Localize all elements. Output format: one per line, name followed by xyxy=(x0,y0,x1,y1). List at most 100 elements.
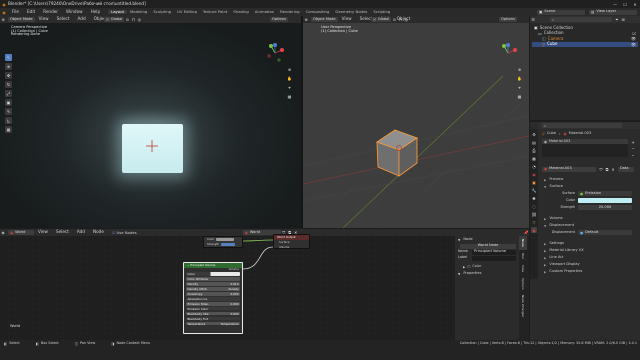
menu-file[interactable]: File xyxy=(8,9,23,14)
node-property-field[interactable]: Emission Stren. 0.000 xyxy=(186,302,240,306)
line-art-panel[interactable]: ▶ Line Art xyxy=(538,254,638,261)
visibility-icon[interactable]: 👁 xyxy=(631,36,636,41)
node-property-field[interactable]: Color xyxy=(186,272,240,276)
outliner-row[interactable]: ▽ Cube 👁 xyxy=(532,41,638,47)
node-property-field[interactable]: Absorption Co. xyxy=(186,297,240,301)
tab-node[interactable]: Node xyxy=(519,236,527,250)
outliner-search[interactable]: ⌕ xyxy=(550,17,612,22)
tab-animation[interactable]: Animation xyxy=(252,10,277,14)
preview-panel[interactable]: ▶ Preview xyxy=(538,176,638,183)
link-dropdown[interactable]: Data xyxy=(618,166,634,172)
node-editor[interactable]: ◈ ◉ World View Select Add Node ☑ Use Nod… xyxy=(0,229,529,340)
node-property-field[interactable]: Temperature Temperature xyxy=(186,322,240,326)
viewport-display-panel[interactable]: ▶ Viewport Display xyxy=(538,261,638,268)
node-name-button[interactable]: World Node xyxy=(460,243,516,249)
proportional-icon[interactable]: ◎ xyxy=(136,17,142,23)
custom-properties-panel[interactable]: ▶ Custom Properties xyxy=(538,268,638,275)
surface-shader-field[interactable]: ● Emission xyxy=(578,191,632,196)
perspective-icon[interactable]: ▦ xyxy=(286,93,293,100)
menu-select[interactable]: Select xyxy=(53,17,74,21)
render-tab-icon[interactable]: ▤ xyxy=(531,139,537,145)
tab-view[interactable]: View xyxy=(519,262,527,275)
select-tool-icon[interactable]: ⊕ xyxy=(5,63,12,70)
menu-view[interactable]: View xyxy=(338,17,356,21)
scene-tab-icon[interactable]: ◔ xyxy=(531,163,537,169)
displacement-field[interactable]: ● Default xyxy=(578,230,632,235)
move-tool-icon[interactable]: ✥ xyxy=(5,72,12,79)
checkbox-icon[interactable]: ☑ xyxy=(632,31,636,36)
node-property-field[interactable]: Density Attrib. density xyxy=(186,287,240,291)
checkbox-icon[interactable]: ☐ xyxy=(467,265,470,269)
editor-type-icon[interactable]: ⊕ xyxy=(0,17,6,23)
properties-search[interactable]: ⌕ xyxy=(542,123,622,128)
menu-view[interactable]: View xyxy=(35,17,53,21)
tab-modeling[interactable]: Modeling xyxy=(127,10,150,14)
node-name-field[interactable]: Principled Volume xyxy=(472,249,516,255)
material-slots[interactable]: ◉ Material.003 xyxy=(542,139,628,157)
zoom-icon[interactable]: ⊕ xyxy=(516,66,523,73)
principled-volume-node[interactable]: ⌄ Principled Volume Volume Color Color At… xyxy=(183,262,243,334)
node-label-field[interactable] xyxy=(472,255,516,261)
node-property-field[interactable]: Density 0.010 xyxy=(186,282,240,286)
options-dropdown[interactable]: Options xyxy=(270,17,288,22)
cursor-tool-icon[interactable]: ↖ xyxy=(5,54,12,61)
scene-selector[interactable]: ▣ Scene xyxy=(537,9,585,15)
node-property-field[interactable]: Emission Color xyxy=(186,307,240,311)
node-property-field[interactable]: Color Attribute xyxy=(186,277,240,281)
menu-edit[interactable]: Edit xyxy=(23,9,39,14)
tab-texture-paint[interactable]: Texture Paint xyxy=(200,10,231,14)
blender-menu-icon[interactable]: ◉ xyxy=(0,9,8,15)
new-collection-icon[interactable]: ⊞ xyxy=(620,17,626,23)
transform-tool-icon[interactable]: ▣ xyxy=(5,99,12,106)
transform-orientation[interactable]: ⤧ Global xyxy=(371,17,392,22)
visibility-icon[interactable]: 👁 xyxy=(631,42,636,47)
data-tab-icon[interactable]: ▽ xyxy=(531,219,537,225)
tool-tab-icon[interactable]: ⚙ xyxy=(531,131,537,137)
tab-options[interactable]: Options xyxy=(519,275,527,293)
material-selector[interactable]: ◉ Material.003 xyxy=(542,166,596,172)
node-property-field[interactable]: Blackbody Tint xyxy=(186,317,240,321)
outliner-type-icon[interactable]: ☰ xyxy=(530,17,536,23)
menu-render[interactable]: Render xyxy=(39,9,62,14)
camera-view-icon[interactable]: ⌖ xyxy=(286,84,293,91)
menu-add[interactable]: Add xyxy=(74,17,90,21)
world-tab-icon[interactable]: ◉ xyxy=(531,171,537,177)
node-panel-header[interactable]: ▼ Node xyxy=(455,236,519,243)
tab-rendering[interactable]: Rendering xyxy=(277,10,302,14)
view-layer-selector[interactable]: ▤ View Layer xyxy=(589,9,637,15)
node-property-field[interactable]: Anisotropy 0.000 xyxy=(186,292,240,296)
properties-panel-header[interactable]: ▼ Properties xyxy=(455,270,519,277)
close-icon[interactable]: ✕ xyxy=(610,166,616,172)
tab-geometry-nodes[interactable]: Geometry Nodes xyxy=(332,10,370,14)
material-library-panel[interactable]: ▶ Material Library VX xyxy=(538,247,638,254)
right-viewport[interactable]: ⊕ Object Mode View Select Add Object ⤧Gl… xyxy=(303,16,529,228)
tab-node-wrangler[interactable]: Node Wrangler xyxy=(519,292,527,320)
zoom-icon[interactable]: ⊕ xyxy=(286,66,293,73)
surface-panel[interactable]: ▼ Surface xyxy=(538,183,638,190)
proportional-icon[interactable]: ◎ xyxy=(403,17,409,23)
scale-tool-icon[interactable]: ⤢ xyxy=(5,90,12,97)
material-tab-icon[interactable]: ◉ xyxy=(531,227,537,233)
node-property-field[interactable]: Blackbody Inte. 0.000 xyxy=(186,312,240,316)
options-dropdown[interactable]: Options xyxy=(499,17,517,22)
modifier-tab-icon[interactable]: 🔧 xyxy=(531,187,537,193)
volume-panel[interactable]: ▶ Volume xyxy=(538,215,638,222)
menu-window[interactable]: Window xyxy=(62,9,87,14)
measure-tool-icon[interactable]: ◺ xyxy=(5,117,12,124)
tab-tool[interactable]: Tool xyxy=(519,250,527,262)
navigation-gizmo[interactable] xyxy=(497,42,519,64)
tab-layout[interactable]: Layout xyxy=(108,10,128,14)
tab-uv-editing[interactable]: UV Editing xyxy=(174,10,200,14)
annotate-tool-icon[interactable]: ✎ xyxy=(5,108,12,115)
output-tab-icon[interactable]: ⎙ xyxy=(531,147,537,153)
mode-dropdown[interactable]: Object Mode xyxy=(8,17,35,22)
pan-icon[interactable]: ✋ xyxy=(286,75,293,82)
camera-view-icon[interactable]: ⌖ xyxy=(516,84,523,91)
minimize-icon[interactable]: — xyxy=(610,1,620,7)
view-layer-tab-icon[interactable]: ▦ xyxy=(531,155,537,161)
pan-icon[interactable]: ✋ xyxy=(516,75,523,82)
tab-scripting[interactable]: Scripting xyxy=(370,10,393,14)
perspective-icon[interactable]: ▦ xyxy=(516,93,523,100)
tab-sculpting[interactable]: Sculpting xyxy=(150,10,174,14)
chevron-down-icon[interactable]: ⌄ xyxy=(630,151,636,157)
